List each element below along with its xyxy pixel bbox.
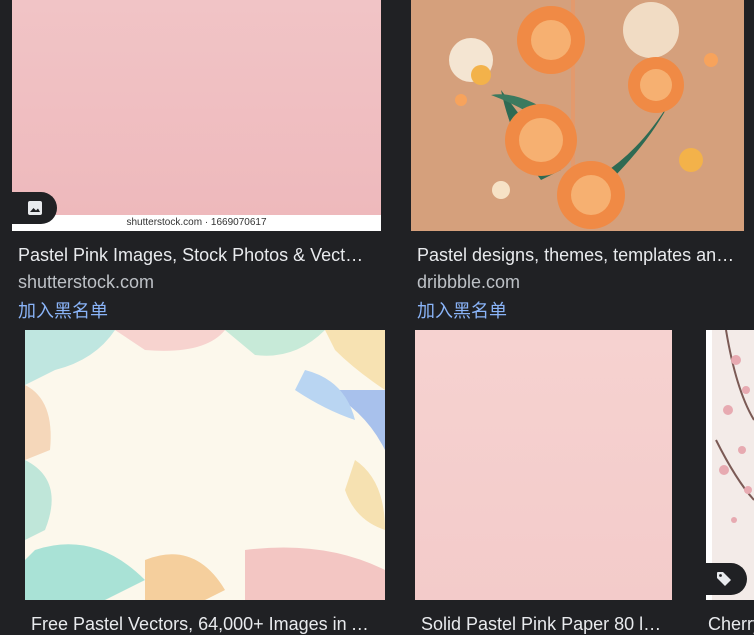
block-site-link-2[interactable]: 加入黑名单 bbox=[417, 300, 507, 322]
result-card-1[interactable]: shutterstock.com · 1669070617 Pastel Pin… bbox=[0, 0, 390, 330]
result-thumbnail-1[interactable]: shutterstock.com · 1669070617 bbox=[12, 0, 381, 231]
tag-icon bbox=[716, 572, 731, 586]
watercolor-illustration bbox=[25, 330, 385, 600]
result-thumbnail-2[interactable] bbox=[411, 0, 744, 231]
result-card-5[interactable]: Cherry bbox=[700, 330, 754, 634]
result-card-4[interactable]: Solid Pastel Pink Paper 80 lb. Cardstock bbox=[400, 330, 690, 634]
tag-badge bbox=[700, 563, 747, 595]
cherry-blossom-illustration bbox=[706, 330, 754, 600]
result-thumbnail-4[interactable] bbox=[415, 330, 672, 600]
watermark-text: shutterstock.com · 1669070617 bbox=[12, 215, 381, 231]
result-thumbnail-3[interactable] bbox=[25, 330, 385, 600]
image-icon bbox=[27, 201, 42, 215]
result-title-1[interactable]: Pastel Pink Images, Stock Photos & Vecto… bbox=[18, 244, 368, 266]
result-domain-2[interactable]: dribbble.com bbox=[417, 271, 520, 293]
block-site-link-1[interactable]: 加入黑名单 bbox=[18, 300, 108, 322]
image-badge bbox=[12, 192, 57, 224]
result-thumbnail-5[interactable] bbox=[706, 330, 754, 600]
result-title-2[interactable]: Pastel designs, themes, templates and do… bbox=[417, 244, 739, 266]
result-domain-1[interactable]: shutterstock.com bbox=[18, 271, 154, 293]
flower-illustration bbox=[411, 0, 744, 231]
result-card-3[interactable]: Free Pastel Vectors, 64,000+ Images in A… bbox=[0, 330, 400, 634]
result-card-2[interactable]: Pastel designs, themes, templates and do… bbox=[400, 0, 754, 330]
